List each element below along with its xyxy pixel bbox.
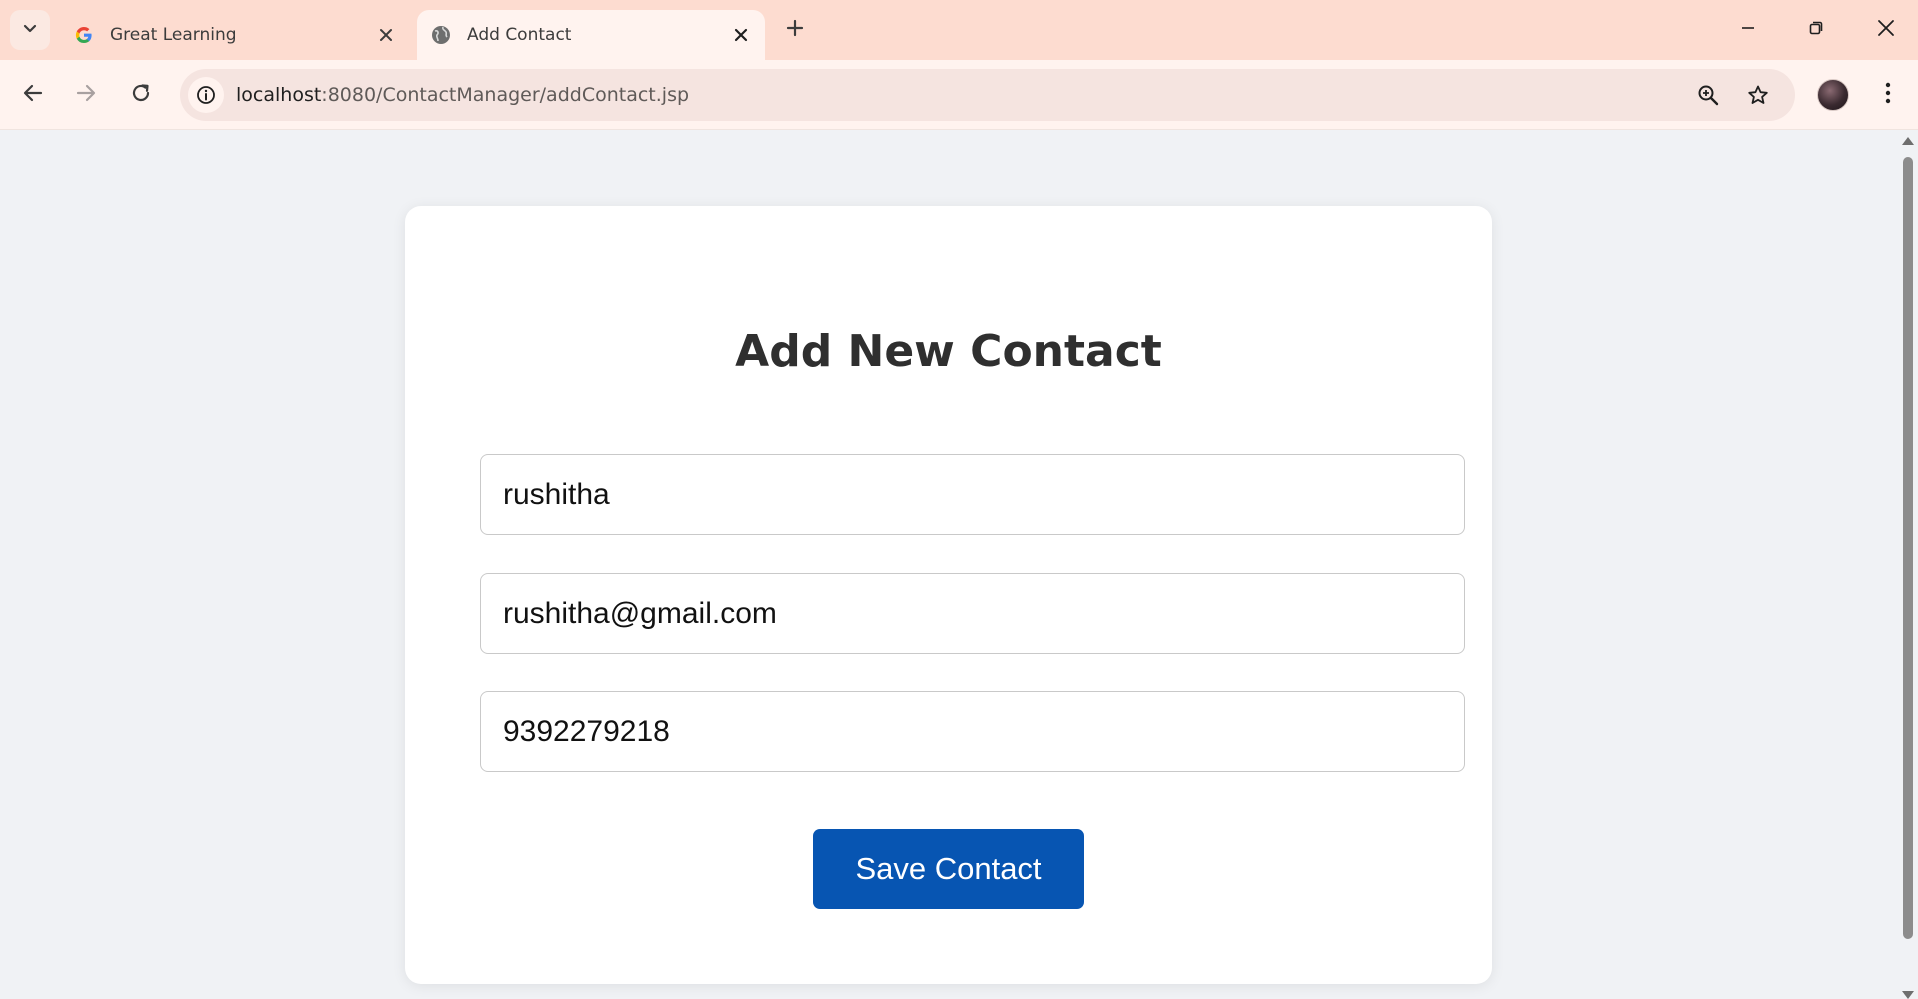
- save-contact-button[interactable]: Save Contact: [813, 829, 1084, 909]
- google-g-icon: [72, 23, 96, 47]
- tab-strip: Great Learning Add Contact: [0, 0, 1918, 60]
- arrow-right-icon: [75, 82, 97, 109]
- star-icon[interactable]: [1740, 77, 1776, 113]
- forward-button[interactable]: [66, 75, 106, 115]
- close-icon[interactable]: [370, 19, 402, 51]
- url-host: localhost: [236, 84, 322, 106]
- tab-title: Add Contact: [467, 25, 572, 45]
- close-icon: [1877, 19, 1895, 42]
- new-tab-button[interactable]: [775, 12, 815, 48]
- scroll-up-arrow-icon[interactable]: [1902, 137, 1914, 145]
- address-bar[interactable]: localhost:8080/ContactManager/addContact…: [180, 69, 1795, 121]
- scroll-down-arrow-icon[interactable]: [1902, 991, 1914, 999]
- email-input[interactable]: [480, 573, 1465, 654]
- restore-button[interactable]: [1790, 8, 1842, 52]
- minimize-button[interactable]: [1722, 8, 1774, 52]
- url-path: :8080/ContactManager/addContact.jsp: [321, 84, 690, 106]
- zoom-icon[interactable]: [1690, 77, 1726, 113]
- minimize-icon: [1740, 20, 1756, 41]
- scroll-thumb[interactable]: [1903, 157, 1913, 939]
- plus-icon: [786, 19, 804, 42]
- reload-icon: [130, 82, 152, 109]
- globe-icon: [429, 23, 453, 47]
- close-window-button[interactable]: [1860, 8, 1912, 52]
- more-vertical-icon: [1885, 82, 1891, 109]
- browser-menu-button[interactable]: [1870, 75, 1906, 115]
- arrow-left-icon: [22, 82, 44, 109]
- phone-input[interactable]: [480, 691, 1465, 772]
- page-viewport: Add New Contact Save Contact: [0, 131, 1898, 999]
- info-icon[interactable]: [188, 77, 224, 113]
- tab-great-learning[interactable]: Great Learning: [60, 10, 410, 60]
- tab-add-contact[interactable]: Add Contact: [417, 10, 765, 60]
- reload-button[interactable]: [121, 75, 161, 115]
- profile-avatar[interactable]: [1817, 79, 1849, 111]
- page-title: Add New Contact: [735, 326, 1162, 377]
- url-text[interactable]: localhost:8080/ContactManager/addContact…: [236, 69, 689, 121]
- restore-icon: [1808, 20, 1824, 41]
- chevron-down-icon: [22, 20, 38, 41]
- tab-title: Great Learning: [110, 25, 237, 45]
- close-icon[interactable]: [725, 19, 757, 51]
- contact-form-card: Add New Contact Save Contact: [405, 206, 1492, 984]
- back-button[interactable]: [13, 75, 53, 115]
- tab-search-button[interactable]: [10, 10, 50, 50]
- vertical-scrollbar[interactable]: [1898, 131, 1918, 999]
- browser-toolbar: localhost:8080/ContactManager/addContact…: [0, 60, 1918, 130]
- name-input[interactable]: [480, 454, 1465, 535]
